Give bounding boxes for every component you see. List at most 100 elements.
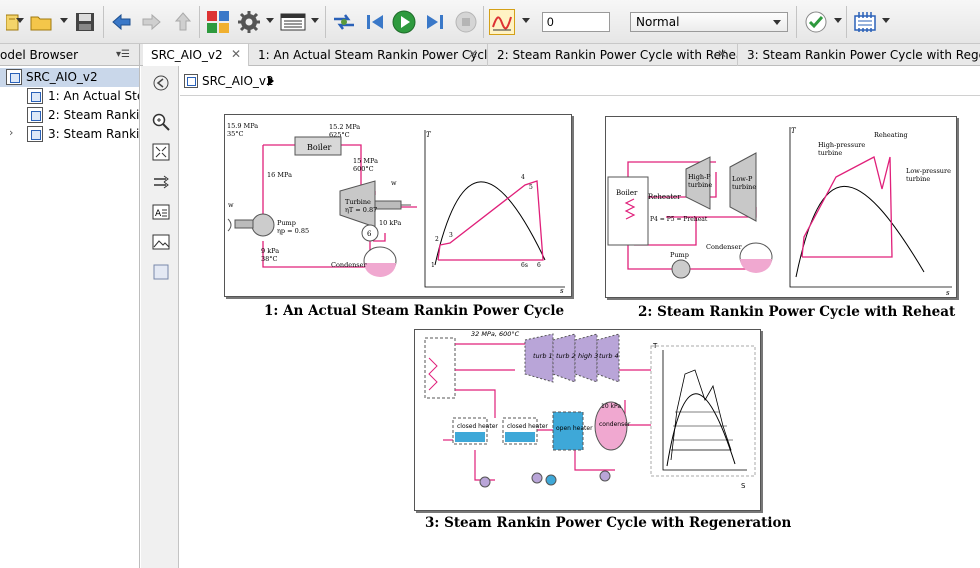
caption-reheat-cycle: 2: Steam Rankin Power Cycle with Reheat (638, 304, 956, 320)
tree-item-reheat-cycle[interactable]: 2: Steam Rankin Power Cycle with Reheat (0, 106, 139, 125)
tab-reheat-cycle[interactable]: 2: Steam Rankin Power Cycle with Reheat … (489, 44, 738, 66)
simulation-mode-value: Normal (636, 15, 680, 29)
save-icon[interactable] (72, 9, 98, 35)
subsystem-icon (27, 107, 43, 123)
stop-icon[interactable] (453, 9, 479, 35)
new-dropdown-caret[interactable] (16, 18, 24, 23)
viewer-dropdown-caret[interactable] (522, 18, 530, 23)
model-icon (184, 74, 198, 88)
expand-chevron-icon[interactable]: › (9, 126, 13, 139)
model-browser: SRC_AIO_v2 1: An Actual Steam Rankin Pow… (0, 66, 140, 568)
chevron-down-icon (773, 20, 781, 25)
svg-text:32 MPa, 600°C: 32 MPa, 600°C (471, 330, 520, 338)
model-explorer-icon[interactable] (280, 9, 306, 35)
svg-text:Low-P: Low-P (732, 175, 753, 183)
svg-text:w: w (228, 201, 234, 209)
breadcrumb-arrow-icon[interactable] (268, 76, 274, 86)
open-dropdown-caret[interactable] (60, 18, 68, 23)
subsystem-block-actual-cycle[interactable]: Boiler 6 15.9 MPa 35°C 15.2 MPa 625°C 15… (224, 114, 572, 297)
close-icon[interactable]: ✕ (717, 47, 727, 61)
back-icon[interactable] (108, 9, 134, 35)
svg-text:625°C: 625°C (329, 131, 350, 139)
settings-dropdown-caret[interactable] (266, 18, 274, 23)
actual-cycle-diagram: Boiler 6 15.9 MPa 35°C 15.2 MPa 625°C 15… (227, 122, 565, 295)
model-canvas[interactable]: SRC_AIO_v2 Boiler 6 15.9 MPa 35°C 15.2 M… (180, 66, 980, 568)
svg-text:turbine: turbine (732, 183, 756, 191)
library-icon[interactable] (205, 9, 231, 35)
svg-text:38°C: 38°C (261, 255, 278, 263)
canvas-palette: A (141, 66, 179, 568)
svg-text:T: T (426, 131, 432, 139)
svg-text:Reheating: Reheating (874, 131, 908, 139)
svg-text:Pump: Pump (277, 219, 296, 227)
settings-icon[interactable] (236, 9, 262, 35)
breadcrumb-model[interactable]: SRC_AIO_v2 (202, 74, 274, 88)
area-icon[interactable] (152, 263, 170, 281)
svg-text:6s: 6s (521, 262, 528, 269)
regeneration-cycle-diagram: turb 1 turb 2 high 3 turb 4 32 MPa, 600°… (424, 330, 756, 490)
simulation-mode-select[interactable]: Normal (630, 12, 788, 32)
stop-time-input[interactable] (542, 12, 610, 32)
svg-text:Turbine: Turbine (345, 198, 371, 206)
svg-text:ηT = 0.87: ηT = 0.87 (345, 206, 377, 214)
fit-view-icon[interactable] (152, 143, 170, 161)
svg-text:turb 1: turb 1 (533, 352, 553, 360)
svg-text:Low-pressure: Low-pressure (906, 167, 951, 175)
tree-item-label: 2: Steam Rankin Power Cycle with Reheat (48, 108, 139, 122)
subsystem-icon (27, 126, 43, 142)
route-lines-icon[interactable] (152, 173, 170, 191)
step-back-icon[interactable] (362, 9, 388, 35)
svg-text:10 kPa: 10 kPa (379, 219, 401, 227)
model-browser-title: odel Browser (0, 48, 79, 62)
svg-text:turbine: turbine (818, 149, 842, 157)
step-forward-icon[interactable] (422, 9, 448, 35)
build-icon[interactable] (852, 9, 878, 35)
subsystem-icon (6, 69, 22, 85)
tree-item-label: SRC_AIO_v2 (26, 70, 98, 84)
panel-menu-icon[interactable]: ▾☰ (116, 49, 130, 60)
explorer-dropdown-caret[interactable] (311, 18, 319, 23)
tree-item-regeneration-cycle[interactable]: › 3: Steam Rankin Power Cycle with Regen… (0, 125, 139, 144)
caption-actual-cycle: 1: An Actual Steam Rankin Power Cycle (264, 303, 565, 319)
forward-icon[interactable] (139, 9, 165, 35)
image-icon[interactable] (152, 233, 170, 251)
signal-viewer-icon[interactable] (489, 9, 515, 35)
check-icon[interactable] (803, 9, 829, 35)
model-browser-header: odel Browser ▾☰ (0, 44, 140, 66)
svg-text:T: T (791, 127, 797, 135)
close-icon[interactable]: ✕ (468, 47, 478, 61)
up-icon[interactable] (170, 9, 196, 35)
svg-text:S: S (741, 482, 746, 490)
svg-text:16 MPa: 16 MPa (267, 171, 292, 179)
hide-browser-icon[interactable] (152, 74, 170, 92)
svg-text:600°C: 600°C (353, 165, 374, 173)
svg-text:6: 6 (537, 262, 541, 269)
zoom-icon[interactable] (152, 113, 170, 131)
svg-text:P4 = P5 = Preheat: P4 = P5 = Preheat (650, 216, 708, 223)
svg-text:closed heater: closed heater (507, 423, 548, 430)
close-icon[interactable]: ✕ (231, 47, 241, 61)
tree-item-actual-cycle[interactable]: 1: An Actual Steam Rankin Power Cycle (0, 87, 139, 106)
svg-text:Pump: Pump (670, 251, 689, 259)
update-icon[interactable] (331, 9, 357, 35)
svg-text:2: 2 (435, 236, 439, 243)
svg-text:15.9 MPa: 15.9 MPa (227, 122, 258, 130)
tab-regeneration-cycle[interactable]: 3: Steam Rankin Power Cycle with Regener… (739, 44, 980, 66)
subsystem-block-regeneration-cycle[interactable]: turb 1 turb 2 high 3 turb 4 32 MPa, 600°… (414, 329, 761, 511)
open-icon[interactable] (28, 9, 54, 35)
run-icon[interactable] (391, 9, 417, 35)
svg-text:open heater: open heater (556, 425, 593, 432)
tree-item-label: 3: Steam Rankin Power Cycle with Regener… (48, 127, 139, 141)
tree-item-root[interactable]: SRC_AIO_v2 (0, 68, 139, 87)
subsystem-block-reheat-cycle[interactable]: Boiler Reheater P4 = P5 = Preheat High-P… (605, 116, 957, 298)
boiler-label: Boiler (307, 143, 332, 152)
check-dropdown-caret[interactable] (834, 18, 842, 23)
main-toolbar: Normal (0, 0, 980, 44)
build-dropdown-caret[interactable] (882, 18, 890, 23)
tab-actual-cycle[interactable]: 1: An Actual Steam Rankin Power Cycle ✕ (250, 44, 488, 66)
tab-src-aio-v2[interactable]: SRC_AIO_v2 ✕ (143, 44, 249, 67)
subsystem-icon (27, 88, 43, 104)
annotation-icon[interactable]: A (152, 203, 170, 221)
svg-text:turbine: turbine (688, 181, 712, 189)
svg-text:10 kPa: 10 kPa (601, 403, 621, 410)
